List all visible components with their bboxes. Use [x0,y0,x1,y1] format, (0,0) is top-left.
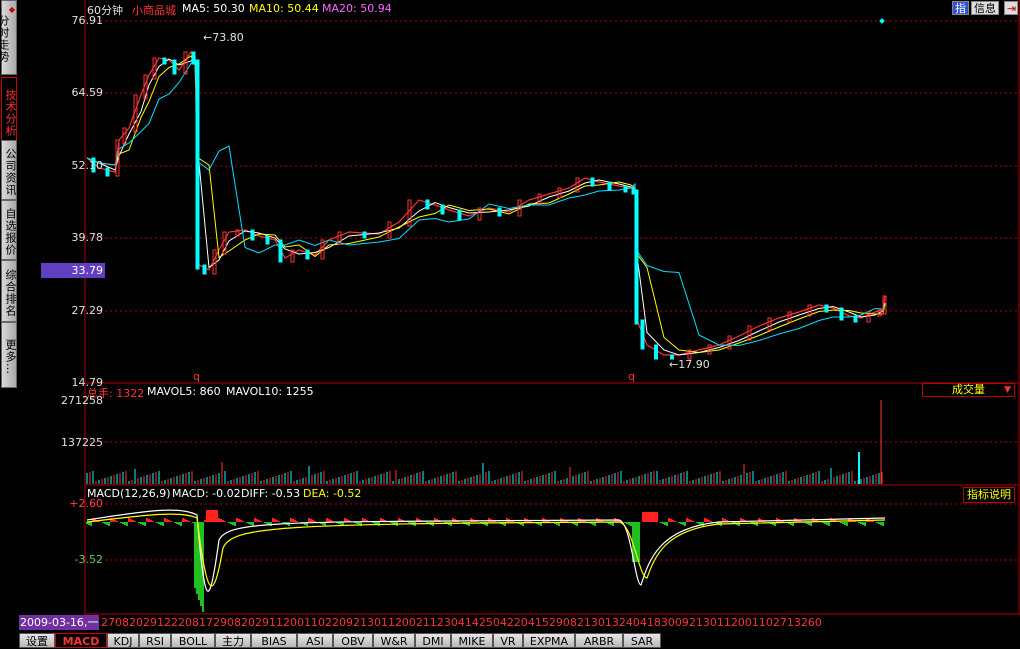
chart-canvas[interactable]: ←73.80 ←17.90 q q [19,0,1020,615]
tab-watchlist-quote[interactable]: 自选报价 [1,200,17,260]
ma5-value: MA5: 50.30 [182,2,245,15]
tab-macd[interactable]: MACD [55,633,107,648]
volume-tick: 271258 [61,394,103,407]
price-tick: 39.78 [71,231,104,244]
ma20-line [86,57,886,347]
candlestick [440,204,445,215]
candlestick [824,304,829,313]
tab-expma[interactable]: EXPMA [523,633,575,648]
candlestick [122,127,127,145]
candlestick [305,249,310,260]
candlestick [202,264,207,275]
price-tick: 27.29 [71,304,104,317]
candlestick [133,94,138,133]
tab-asi[interactable]: ASI [297,633,333,648]
tab-vr[interactable]: VR [493,633,523,648]
candlestick [767,317,772,331]
tab-rsi[interactable]: RSI [139,633,171,648]
tab-marker-icon: ◆ [8,5,16,14]
price-dot-icon [879,18,885,24]
tab-mike[interactable]: MIKE [451,633,493,648]
candlestick [607,181,612,191]
candlestick [557,187,562,199]
candlestick [105,167,110,177]
chart-area: ←73.80 ←17.90 q q 60分钟 小商品城 MA5: 50.30 MA10… [19,0,1020,632]
current-price-marker: 33.79 [41,263,105,278]
candlestick [457,209,462,221]
candlestick [250,229,255,241]
candlestick [172,59,177,75]
diff-value: DIFF: -0.53 [241,487,301,500]
price-tick: 76.91 [71,14,104,27]
tab-settings[interactable]: 设置 [19,633,55,648]
candlestick [747,325,752,341]
index-button[interactable]: 指 [952,1,969,15]
tab-obv[interactable]: OBV [333,633,373,648]
candlestick [537,193,542,205]
ma5-line [86,54,886,356]
tab-sar[interactable]: SAR [623,633,661,648]
macd-tick: +2.60 [69,497,103,510]
volume-indicator-select[interactable]: 成交量 ▼ [922,383,1015,397]
stock-chart-window: ◆ 分时走势 技术分析 公司资讯 自选报价 综合排名 更多… ←73.80 ←17.… [0,0,1020,649]
candlestick [634,189,639,325]
volume-tick: 137225 [61,436,103,449]
tab-dmi[interactable]: DMI [415,633,451,648]
candlestick [853,315,858,323]
candlestick [727,335,732,350]
ma10-value: MA10: 50.44 [249,2,319,15]
candlestick [265,235,270,245]
candlestick [278,239,283,263]
candlestick [590,177,595,187]
tab-boll[interactable]: BOLL [171,633,215,648]
tab-arbr[interactable]: ARBR [575,633,623,648]
candlestick [162,57,167,65]
tab-kdj[interactable]: KDJ [107,633,139,648]
candlestick [195,59,200,270]
candlestick [807,304,812,317]
tab-main-force[interactable]: 主力 [215,633,251,648]
tab-technical-analysis[interactable]: 技术分析 [1,77,17,145]
tab-wr[interactable]: W&R [373,633,415,648]
mavol5-value: MAVOL5: 860 [147,385,221,398]
candlestick [654,344,658,360]
price-tick: 52.10 [71,159,104,172]
dea-value: DEA: -0.52 [303,487,362,500]
mavol10-value: MAVOL10: 1255 [226,385,314,398]
tab-company-news[interactable]: 公司资讯 [1,140,17,200]
ma10-line [86,55,886,354]
macd-value: MACD: -0.02 [172,487,241,500]
candlestick [425,199,430,210]
exit-icon[interactable]: ⇥ [1004,1,1018,15]
candlestick [497,207,502,217]
date-ticks: 2708202912220817290820291120011022092130… [101,616,822,629]
left-nav: ◆ 分时走势 技术分析 公司资讯 自选报价 综合排名 更多… [0,0,19,390]
indicator-tabbar: 设置 MACD KDJ RSI BOLL 主力 BIAS ASI OBV W&R… [19,632,1020,649]
low-price-label: ←17.90 [669,358,710,371]
tab-ranking[interactable]: 综合排名 [1,260,17,322]
candlestick [191,51,196,65]
candlestick [212,249,217,275]
price-tick: 64.59 [71,86,104,99]
macd-tick: -3.52 [74,553,103,566]
split-marker-icon: q [193,370,200,383]
chevron-down-icon: ▼ [1004,385,1011,395]
info-button[interactable]: 信息 [971,1,999,15]
tab-bias[interactable]: BIAS [251,633,297,648]
indicator-help-button[interactable]: 指标说明 [963,487,1015,503]
tab-more[interactable]: 更多… [1,322,17,388]
candlestick [362,231,367,239]
stock-name: 小商品城 [132,4,176,17]
price-line [86,50,886,356]
date-cursor: 2009-03-16,一 [19,615,100,630]
ma20-value: MA20: 50.94 [322,2,392,15]
candlestick [839,307,844,321]
candlestick [222,231,227,255]
high-price-label: ←73.80 [203,31,244,44]
split-marker-icon: q [628,370,635,383]
candlestick [623,185,628,193]
candlestick [787,311,792,323]
tab-intraday[interactable]: ◆ 分时走势 [0,0,17,75]
candlestick [640,319,645,350]
